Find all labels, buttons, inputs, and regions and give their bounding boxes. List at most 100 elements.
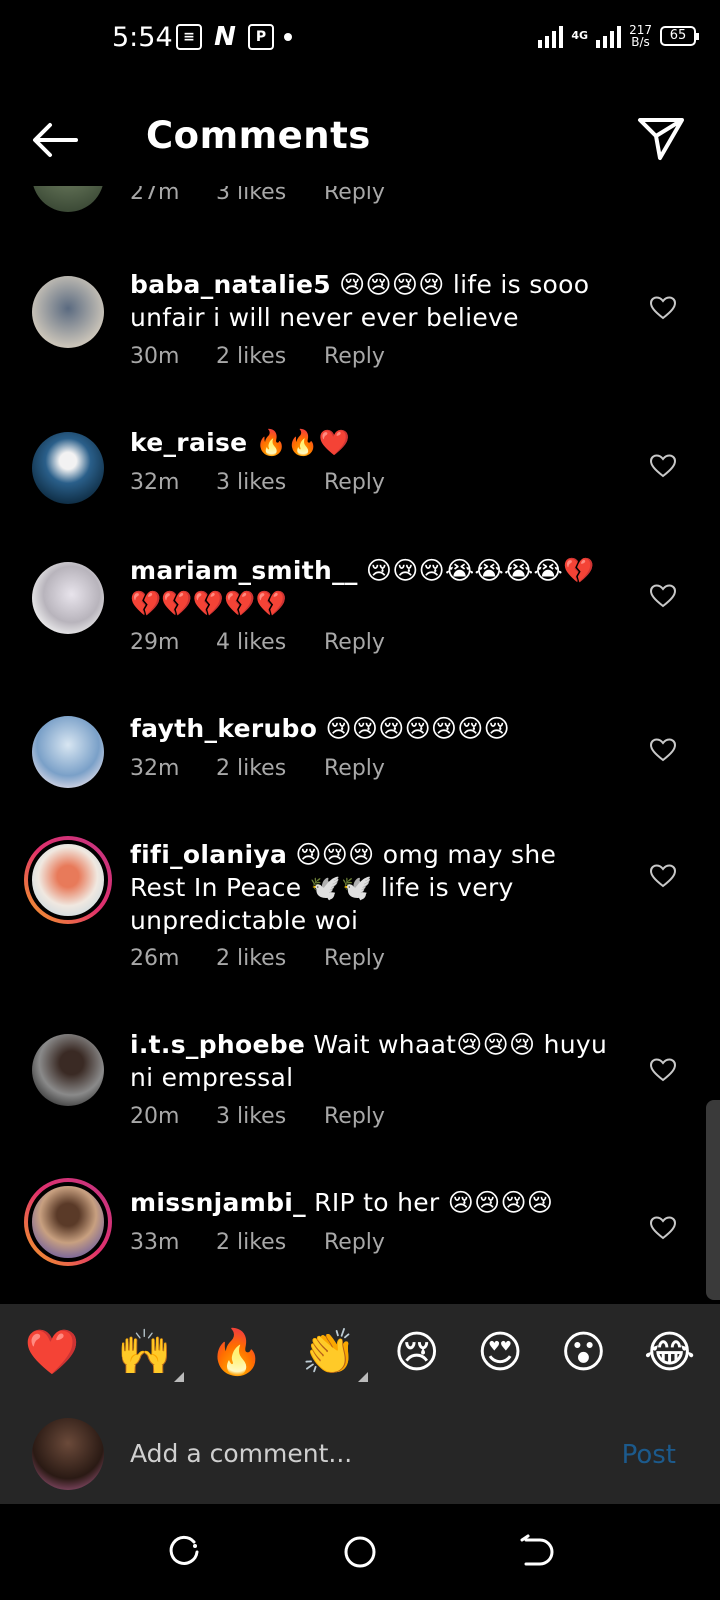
speed-unit: B/s [631,35,650,49]
comment-username[interactable]: baba_natalie5 [130,270,331,299]
comment-time: 26m [130,946,180,971]
page-title: Comments [146,114,371,157]
comment-time: 29m [130,630,180,655]
current-user-avatar [32,1418,104,1490]
comment-text: missnjambi_ RIP to her 😢😢😢😢 [130,1186,610,1219]
comment-likes[interactable]: 2 likes [216,1230,324,1255]
comment-meta: 32m 2 likes Reply [130,756,385,781]
comment-likes[interactable]: 4 likes [216,630,324,655]
avatar[interactable] [32,716,104,788]
avatar-story-ring[interactable] [24,1178,112,1266]
emoji-laughing[interactable]: 😂 [644,1328,695,1378]
reply-button[interactable]: Reply [324,756,385,781]
comment-meta: 26m 2 likes Reply [130,946,385,971]
status-time: 5:54 [112,22,173,53]
back-icon[interactable] [518,1534,554,1570]
system-nav-bar [0,1504,720,1600]
comment-text: baba_natalie5 😢😢😢😢 life is sooo unfair i… [130,268,610,334]
reply-button[interactable]: Reply [324,344,385,369]
comment-time: 27m [130,186,180,205]
like-heart-icon[interactable] [650,454,676,478]
emoji-surprised[interactable]: 😮 [560,1328,606,1378]
comment-username[interactable]: fifi_olaniya [130,840,287,869]
comments-list[interactable]: 27m 3 likes Reply baba_natalie5 😢😢😢😢 lif… [0,186,720,1304]
quick-emoji-bar: ❤️ 🙌 🔥 👏 😢 😍 😮 😂 [0,1304,720,1402]
signal-icon-2 [596,24,622,48]
emoji-fire[interactable]: 🔥 [209,1328,264,1378]
n-app-icon: N [214,22,236,52]
comment-body: 😢😢😢😢😢😢😢 [317,714,511,743]
comment-meta: 27m 3 likes Reply [130,186,385,205]
comment-likes[interactable]: 2 likes [216,756,324,781]
comment-likes[interactable]: 3 likes [216,1104,324,1129]
signal-icon [538,24,564,48]
comment-meta: 30m 2 likes Reply [130,344,385,369]
comment-meta: 20m 3 likes Reply [130,1104,385,1129]
avatar [28,840,108,920]
recent-apps-icon[interactable] [166,1534,202,1570]
network-speed: 217 B/s [629,24,652,48]
reply-button[interactable]: Reply [324,186,385,205]
battery-icon: 65 [660,26,699,46]
network-type: 4G [571,29,589,42]
header: Comments [0,96,720,186]
avatar-story-ring[interactable] [24,836,112,924]
avatar [28,1182,108,1262]
comment-likes[interactable]: 3 likes [216,470,324,495]
reply-button[interactable]: Reply [324,1104,385,1129]
comment-meta: 29m 4 likes Reply [130,630,385,655]
notification-icons: ≡ N P [176,24,294,50]
direct-send-icon[interactable] [636,114,686,162]
more-notifications-icon [284,24,294,50]
reply-button[interactable]: Reply [324,470,385,495]
like-heart-icon[interactable] [650,296,676,320]
comment-body: 🔥🔥❤️ [247,428,350,457]
comment-username[interactable]: mariam_smith__ [130,556,358,585]
scroll-handle[interactable] [706,1100,720,1300]
comment-text: fifi_olaniya 😢😢😢 omg may she Rest In Pea… [130,838,610,937]
emoji-raised-hands[interactable]: 🙌 [117,1328,184,1382]
comment-time: 20m [130,1104,180,1129]
comment-username[interactable]: ke_raise [130,428,247,457]
comment-meta: 32m 3 likes Reply [130,470,385,495]
home-icon[interactable] [342,1534,378,1570]
like-heart-icon[interactable] [650,584,676,608]
avatar[interactable] [32,186,104,212]
comment-input[interactable] [130,1428,580,1478]
comment-username[interactable]: i.t.s_phoebe [130,1030,305,1059]
comment-likes[interactable]: 2 likes [216,344,324,369]
avatar[interactable] [32,276,104,348]
reply-button[interactable]: Reply [324,946,385,971]
news-icon: ≡ [176,24,202,50]
comment-time: 33m [130,1230,180,1255]
comment-meta: 33m 2 likes Reply [130,1230,385,1255]
like-heart-icon[interactable] [650,1058,676,1082]
comment-text: ke_raise 🔥🔥❤️ [130,426,610,459]
back-arrow-icon[interactable] [30,120,80,160]
emoji-crying[interactable]: 😢 [394,1328,440,1378]
avatar[interactable] [32,562,104,634]
reply-button[interactable]: Reply [324,630,385,655]
comment-likes[interactable]: 3 likes [216,186,324,205]
status-bar: 5:54 ≡ N P 4G 217 B/s 65 [0,0,720,80]
comment-text: mariam_smith__ 😢😢😢😭😭😭😭💔💔💔💔💔💔 [130,554,610,620]
avatar[interactable] [32,432,104,504]
comment-text: i.t.s_phoebe Wait whaat😢😢😢 huyu ni empre… [130,1028,610,1094]
emoji-heart-eyes[interactable]: 😍 [477,1328,523,1378]
emoji-clap[interactable]: 👏 [302,1328,369,1382]
emoji-heart[interactable]: ❤️ [25,1328,80,1378]
comment-time: 30m [130,344,180,369]
p-app-icon: P [248,24,274,50]
like-heart-icon[interactable] [650,1216,676,1240]
reply-button[interactable]: Reply [324,1230,385,1255]
comment-input-bar: Post [0,1402,720,1504]
avatar[interactable] [32,1034,104,1106]
comment-username[interactable]: missnjambi_ [130,1188,306,1217]
comment-username[interactable]: fayth_kerubo [130,714,317,743]
like-heart-icon[interactable] [650,738,676,762]
comment-likes[interactable]: 2 likes [216,946,324,971]
list-item: 27m 3 likes Reply [0,186,720,240]
like-heart-icon[interactable] [650,864,676,888]
post-button[interactable]: Post [622,1440,676,1470]
comment-time: 32m [130,470,180,495]
